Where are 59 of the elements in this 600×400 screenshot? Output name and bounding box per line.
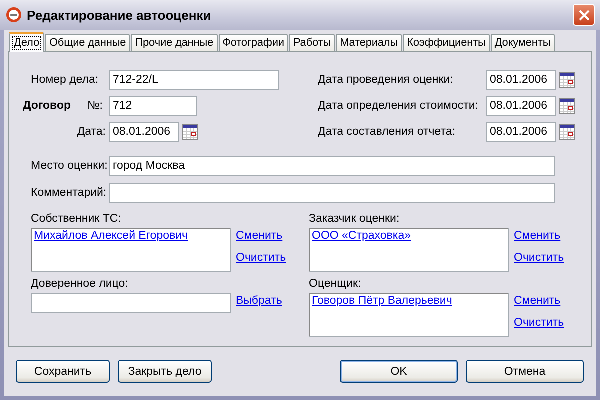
calendar-button[interactable]: [559, 72, 575, 88]
input-field[interactable]: [31, 293, 231, 313]
calendar-button[interactable]: [559, 98, 575, 114]
field-label: Доверенное лицо:: [31, 278, 130, 290]
field-label: №:: [87, 100, 103, 112]
date-field[interactable]: 08.01.2006: [486, 96, 556, 116]
calendar-icon: [559, 72, 575, 88]
dialog-button[interactable]: Закрыть дело: [118, 360, 212, 383]
field-label: Место оценки:: [31, 160, 108, 172]
tab[interactable]: Общие данные: [45, 34, 130, 51]
tab[interactable]: Коэффициенты: [403, 34, 490, 51]
date-field[interactable]: 08.01.2006: [109, 122, 179, 142]
tab[interactable]: Материалы: [336, 34, 402, 51]
calendar-button[interactable]: [182, 124, 198, 140]
tab[interactable]: Работы: [289, 34, 336, 51]
field-label: Дата:: [77, 126, 106, 138]
list-box[interactable]: Михайлов Алексей Егорович: [31, 228, 231, 272]
field-label: Заказчик оценки:: [309, 213, 401, 225]
field-label: Дата проведения оценки:: [318, 74, 454, 86]
action-link[interactable]: Очистить: [514, 317, 564, 329]
date-field[interactable]: 08.01.2006: [486, 122, 556, 142]
input-field[interactable]: 712: [109, 96, 197, 116]
close-icon: [578, 10, 590, 20]
input-field[interactable]: 712-22/L: [109, 70, 279, 90]
calendar-icon: [559, 124, 575, 140]
action-link[interactable]: Сменить: [236, 230, 283, 242]
close-button[interactable]: [573, 4, 595, 26]
name-link[interactable]: Михайлов Алексей Егорович: [34, 230, 188, 242]
field-label: Комментарий:: [31, 187, 107, 199]
tab[interactable]: Дело: [9, 32, 44, 52]
tab[interactable]: Фотографии: [218, 34, 288, 51]
calendar-button[interactable]: [559, 124, 575, 140]
action-link[interactable]: Очистить: [514, 252, 564, 264]
field-label: Дата составления отчета:: [318, 126, 456, 138]
dialog-button[interactable]: OK: [340, 360, 458, 383]
action-link[interactable]: Очистить: [236, 252, 286, 264]
field-label: Собственник ТС:: [31, 213, 122, 225]
name-link[interactable]: ООО «Страховка»: [312, 230, 411, 242]
date-field[interactable]: 08.01.2006: [486, 70, 556, 90]
field-label: Оценщик:: [309, 278, 362, 290]
input-field[interactable]: [109, 183, 555, 203]
section-label: Договор: [23, 100, 71, 112]
name-link[interactable]: Говоров Пётр Валерьевич: [312, 295, 452, 307]
dialog-button[interactable]: Сохранить: [16, 360, 110, 383]
calendar-icon: [182, 124, 198, 140]
window-title: Редактирование автооценки: [27, 8, 212, 22]
calendar-icon: [559, 98, 575, 114]
list-box[interactable]: Говоров Пётр Валерьевич: [309, 293, 509, 337]
action-link[interactable]: Сменить: [514, 230, 561, 242]
input-field[interactable]: город Москва: [109, 156, 555, 176]
field-label: Дата определения стоимости:: [318, 100, 478, 112]
list-box[interactable]: ООО «Страховка»: [309, 228, 509, 272]
action-link[interactable]: Сменить: [514, 295, 561, 307]
tab[interactable]: Документы: [490, 34, 555, 51]
action-link[interactable]: Выбрать: [236, 295, 282, 307]
dialog-button[interactable]: Отмена: [466, 360, 584, 383]
tab[interactable]: Прочие данные: [131, 34, 218, 51]
app-icon: [6, 7, 22, 23]
field-label: Номер дела:: [31, 74, 99, 86]
